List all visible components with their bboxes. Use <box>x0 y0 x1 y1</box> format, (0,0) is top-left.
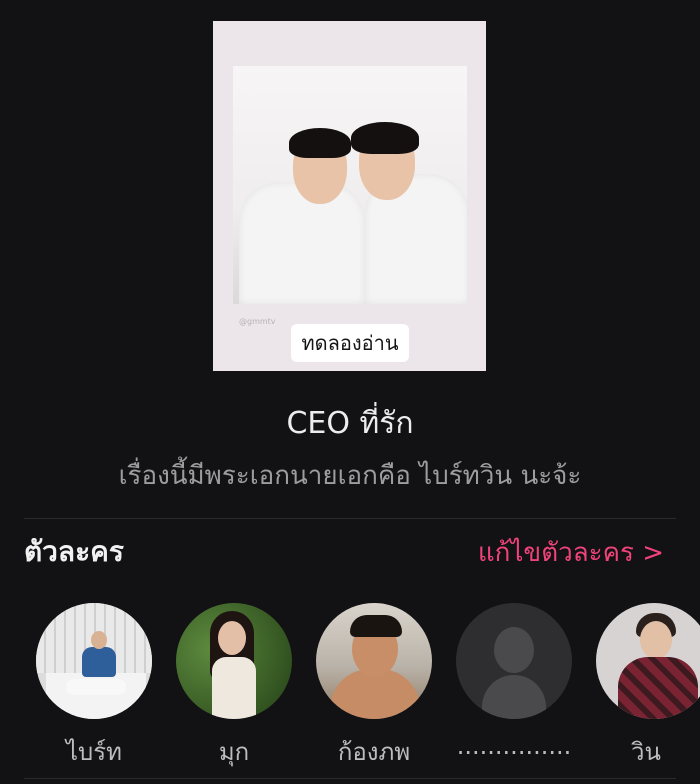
character-avatar-5[interactable] <box>596 603 700 719</box>
divider-bottom <box>24 778 676 779</box>
character-name-4: ............... <box>456 732 572 760</box>
avatar-1-shirt <box>82 647 116 677</box>
character-name-3: ก้องภพ <box>337 738 411 766</box>
avatar-1-legs <box>66 679 126 695</box>
cover-person-left-shirt <box>239 182 365 304</box>
avatar-2-head <box>218 621 246 655</box>
character-avatar-2[interactable] <box>176 603 292 719</box>
character-name-5: วิน <box>631 738 661 766</box>
edit-characters-link[interactable]: แก้ไขตัวละคร > <box>478 532 664 573</box>
character-name-1: ไบร์ท <box>65 738 122 766</box>
default-person-body <box>482 675 546 719</box>
divider-top <box>24 518 676 519</box>
avatar-2-dress <box>212 657 256 719</box>
cover-person-right-hair <box>351 122 419 154</box>
cover-watermark: @gmmtv <box>239 317 276 326</box>
story-title: CEO ที่รัก <box>286 406 414 441</box>
character-avatar-1[interactable] <box>36 603 152 719</box>
story-subtitle: เรื่องนี้มีพระเอกนายเอกคือ ไบร์ทวิน นะจ้… <box>118 461 582 491</box>
cover-photo <box>233 66 467 304</box>
character-avatar-4[interactable] <box>456 603 572 719</box>
character-name-2: มุก <box>218 738 250 766</box>
default-person-icon <box>494 627 534 673</box>
avatar-5-head <box>640 621 672 659</box>
try-read-button[interactable]: ทดลองอ่าน <box>291 324 409 362</box>
avatar-3-hair <box>350 615 402 637</box>
characters-section-title: ตัวละคร <box>24 535 124 568</box>
character-avatar-3[interactable] <box>316 603 432 719</box>
story-cover[interactable]: @gmmtv ทดลองอ่าน <box>213 21 486 371</box>
avatar-5-shirt <box>618 657 698 719</box>
cover-person-left-hair <box>289 128 351 158</box>
avatar-1-head <box>91 631 107 649</box>
